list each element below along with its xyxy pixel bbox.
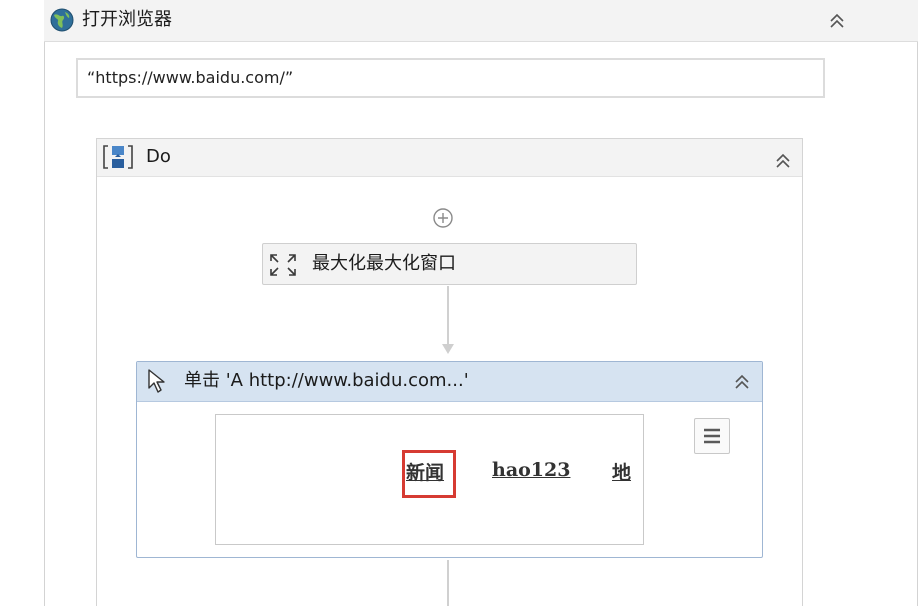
collapse-chevron-icon[interactable] [772, 150, 794, 172]
preview-link-news: 新闻 [406, 462, 445, 484]
open-browser-title: 打开浏览器 [82, 9, 172, 30]
sequence-icon [103, 145, 133, 169]
preview-link-map: 地 [612, 462, 632, 484]
maximize-window-label: 最大化最大化窗口 [312, 253, 456, 274]
add-activity-icon[interactable] [431, 206, 455, 230]
do-sequence-header[interactable] [97, 139, 802, 177]
flow-connector [447, 286, 449, 344]
maximize-icon [270, 254, 296, 276]
hamburger-icon [704, 428, 720, 444]
options-menu-button[interactable] [694, 418, 730, 454]
click-activity-title: 单击 'A http://www.baidu.com...' [184, 370, 469, 391]
open-browser-header[interactable] [44, 0, 918, 42]
do-sequence-title: Do [146, 146, 171, 167]
url-input[interactable]: “https://www.baidu.com/” [76, 58, 825, 98]
cursor-icon [148, 369, 165, 393]
collapse-chevron-icon[interactable] [731, 371, 753, 393]
flow-connector [447, 560, 449, 606]
preview-link-hao123: hao123 [492, 459, 571, 481]
globe-icon [50, 8, 74, 32]
collapse-chevron-icon[interactable] [826, 10, 848, 32]
flow-arrow-icon [442, 344, 454, 354]
